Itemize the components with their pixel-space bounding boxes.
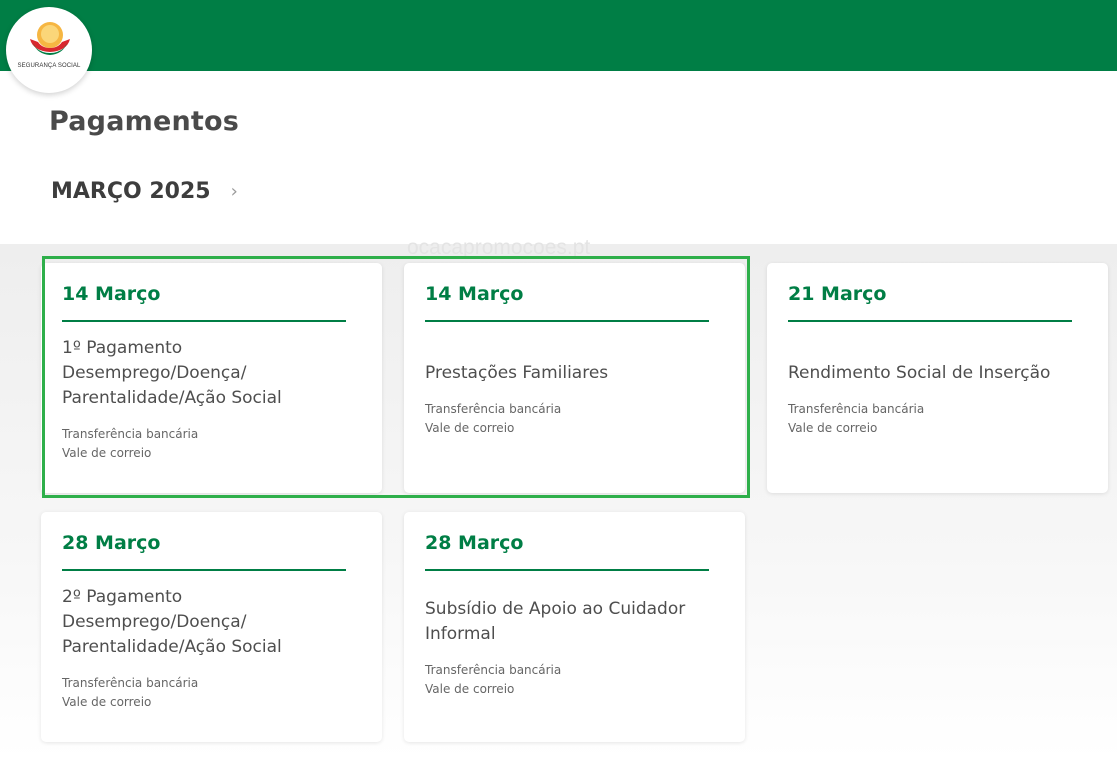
card-title-line: Prestações Familiares (425, 363, 609, 383)
card-title-line: Informal (425, 624, 496, 644)
card-title-line: 1º Pagamento (62, 338, 183, 358)
card-divider (62, 320, 346, 322)
payment-method: Vale de correio (62, 446, 152, 460)
payment-method: Transferência bancária (788, 402, 925, 416)
card-methods: Transferência bancária Vale de correio (425, 661, 561, 699)
card-divider (425, 320, 709, 322)
card-methods: Transferência bancária Vale de correio (425, 400, 561, 438)
watermark: ocacapromocoes.pt (407, 236, 591, 259)
card-methods: Transferência bancária Vale de correio (788, 400, 924, 438)
payment-card[interactable]: 14 Março Prestações Familiares Transferê… (404, 263, 745, 493)
card-divider (788, 320, 1072, 322)
seguranca-social-logo[interactable]: SEGURANÇA SOCIAL (6, 7, 92, 93)
card-title: Subsídio de Apoio ao Cuidador Informal (425, 597, 725, 647)
card-divider (425, 569, 709, 571)
payment-card[interactable]: 28 Março 2º Pagamento Desemprego/Doença/… (41, 512, 382, 742)
card-title-line: Parentalidade/Ação Social (62, 388, 282, 408)
card-title-line: Rendimento Social de Inserção (788, 363, 1051, 383)
card-date: 14 Março (425, 283, 524, 305)
card-title-line: Desemprego/Doença/ (62, 612, 247, 632)
card-date: 14 Março (62, 283, 161, 305)
payment-method: Vale de correio (62, 695, 152, 709)
payment-method: Vale de correio (788, 421, 878, 435)
card-methods: Transferência bancária Vale de correio (62, 674, 198, 712)
logo-icon (30, 22, 70, 55)
top-bar (0, 0, 1117, 71)
card-date: 28 Março (425, 532, 524, 554)
payment-method: Transferência bancária (425, 663, 562, 677)
month-selector[interactable]: MARÇO 2025 › (51, 179, 238, 204)
card-methods: Transferência bancária Vale de correio (62, 425, 198, 463)
card-title-line: Subsídio de Apoio ao Cuidador (425, 599, 686, 619)
card-title: Rendimento Social de Inserção (788, 361, 1088, 386)
payment-card[interactable]: 28 Março Subsídio de Apoio ao Cuidador I… (404, 512, 745, 742)
month-label: MARÇO 2025 (51, 179, 211, 204)
card-title: 1º Pagamento Desemprego/Doença/ Parental… (62, 336, 362, 411)
card-title-line: Desemprego/Doença/ (62, 363, 247, 383)
page-title: Pagamentos (49, 106, 240, 137)
card-title-line: 2º Pagamento (62, 587, 183, 607)
card-divider (62, 569, 346, 571)
card-title-line: Parentalidade/Ação Social (62, 637, 282, 657)
payment-method: Vale de correio (425, 421, 515, 435)
payment-card[interactable]: 21 Março Rendimento Social de Inserção T… (767, 263, 1108, 493)
payment-method: Transferência bancária (62, 427, 199, 441)
card-title: Prestações Familiares (425, 361, 725, 386)
payment-card[interactable]: 14 Março 1º Pagamento Desemprego/Doença/… (41, 263, 382, 493)
payment-method: Transferência bancária (425, 402, 562, 416)
card-title: 2º Pagamento Desemprego/Doença/ Parental… (62, 585, 362, 660)
payment-method: Transferência bancária (62, 676, 199, 690)
payment-method: Vale de correio (425, 682, 515, 696)
chevron-right-icon[interactable]: › (231, 181, 238, 202)
logo-text: SEGURANÇA SOCIAL (17, 63, 81, 69)
card-date: 28 Março (62, 532, 161, 554)
card-date: 21 Março (788, 283, 887, 305)
